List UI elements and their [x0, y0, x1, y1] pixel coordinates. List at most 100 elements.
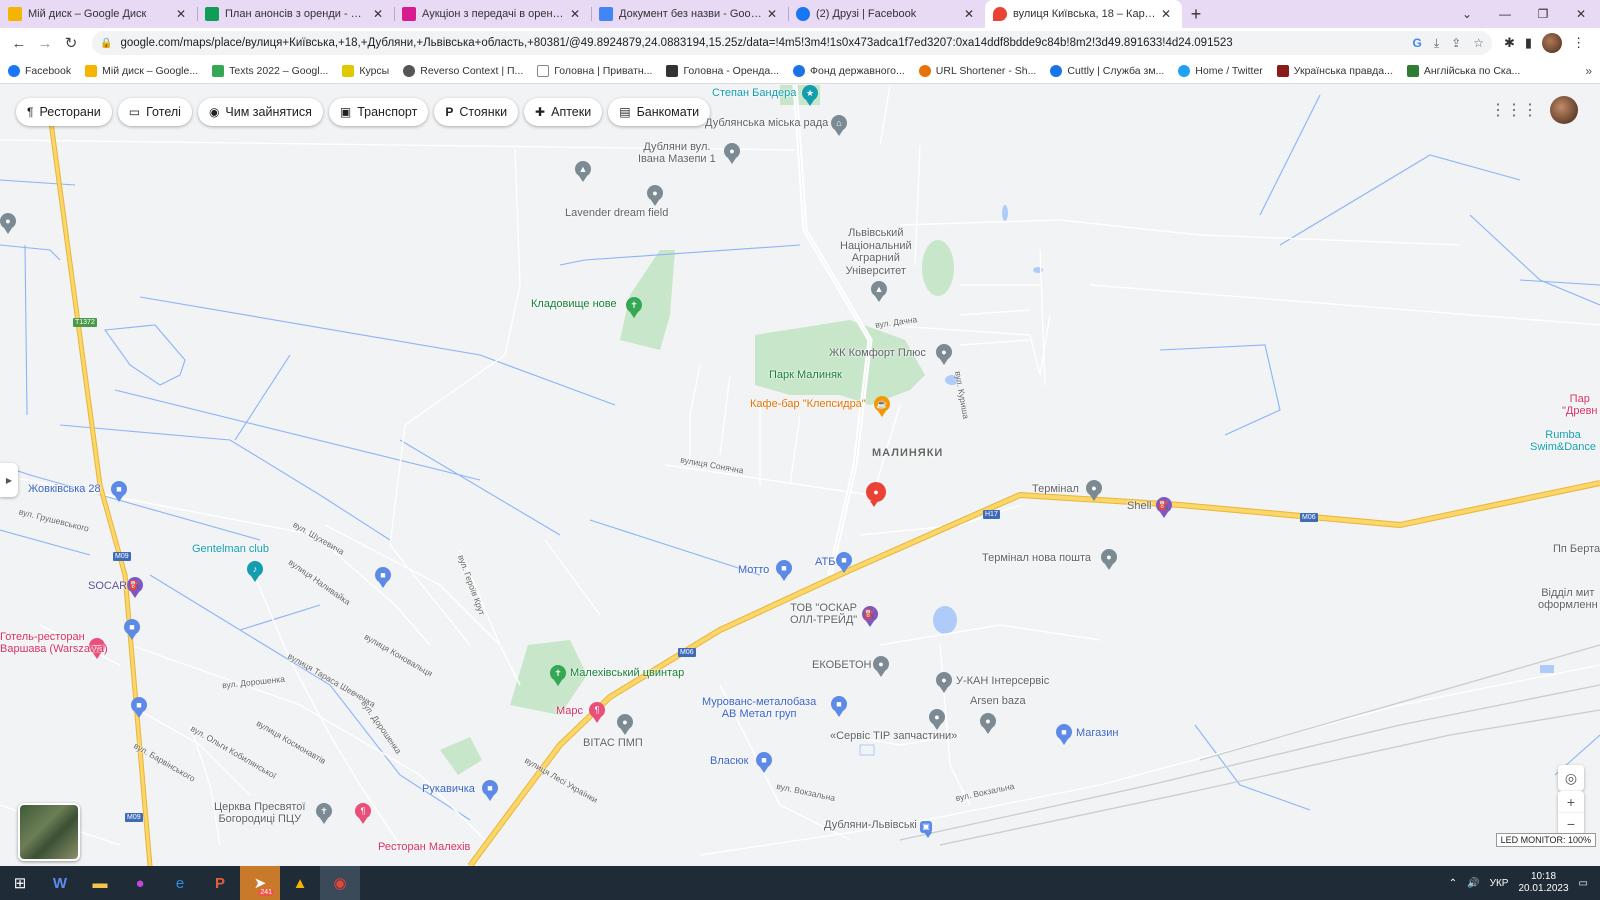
system-clock[interactable]: 10:18 20.01.2023: [1518, 871, 1568, 895]
shop-pin-icon[interactable]: ■: [124, 619, 140, 640]
place-label-dubliany-station[interactable]: Дубляни-Львівські: [824, 819, 917, 831]
place-label-rukavychka[interactable]: Рукавичка: [422, 783, 475, 795]
bookmark-item[interactable]: Reverso Context | П...: [403, 64, 523, 77]
place-pin-icon[interactable]: ●: [929, 709, 945, 730]
place-pin-icon[interactable]: ●: [936, 344, 952, 365]
place-pin-icon[interactable]: ●: [724, 143, 740, 164]
bookmark-item[interactable]: Фонд державного...: [793, 64, 905, 77]
bookmark-item[interactable]: Головна - Оренда...: [666, 64, 779, 77]
bookmark-item[interactable]: Курсы: [342, 64, 389, 77]
place-pin-icon[interactable]: ●: [873, 656, 889, 677]
place-label-gentelman[interactable]: Gentelman club: [192, 543, 269, 555]
place-pin-icon[interactable]: ●: [647, 185, 663, 206]
place-label-lavender[interactable]: Lavender dream field: [565, 207, 668, 219]
selected-location-pin-icon[interactable]: ●: [866, 482, 886, 507]
place-label-park-right[interactable]: Пар "Древн: [1562, 393, 1598, 417]
extensions-puzzle-icon[interactable]: ✱: [1504, 35, 1515, 51]
club-pin-icon[interactable]: ♪: [247, 561, 263, 582]
place-pin-icon[interactable]: ●: [1101, 549, 1117, 570]
place-label-oskar[interactable]: ТОВ "ОСКАР ОЛЛ-ТРЕЙД": [790, 602, 857, 626]
place-label-pp-berta[interactable]: Пп Берта: [1553, 543, 1600, 555]
speaker-icon[interactable]: 🔊: [1467, 878, 1479, 889]
tab-google-doc[interactable]: Документ без назви - Google Д ✕: [591, 0, 788, 28]
place-label-ukan[interactable]: У-КАН Інтерсервіс: [956, 675, 1049, 687]
place-label-vlasiuk[interactable]: Власюк: [710, 755, 748, 767]
powerpoint-icon[interactable]: P: [200, 866, 240, 900]
place-label-mazepa[interactable]: Дубляни вул. Івана Мазепи 1: [638, 141, 716, 165]
place-label-mars[interactable]: Марс: [556, 705, 583, 717]
bookmark-item[interactable]: Facebook: [8, 64, 71, 77]
place-label-zhovkivska[interactable]: Жовківська 28: [28, 483, 101, 495]
shop-pin-icon[interactable]: ■: [111, 481, 127, 502]
shop-pin-icon[interactable]: ■: [131, 697, 147, 718]
place-pin-icon[interactable]: ●: [980, 713, 996, 734]
close-window-icon[interactable]: ✕: [1562, 0, 1600, 28]
chip-parking[interactable]: P Стоянки: [434, 98, 519, 126]
gas-station-pin-icon[interactable]: ⛽: [127, 577, 143, 598]
close-icon[interactable]: ✕: [370, 7, 386, 21]
notifications-icon[interactable]: ▭: [1579, 878, 1588, 889]
school-pin-icon[interactable]: ▲: [575, 161, 591, 182]
government-pin-icon[interactable]: ⌂: [831, 115, 847, 136]
forward-arrow-icon[interactable]: →: [32, 30, 58, 56]
back-arrow-icon[interactable]: ←: [6, 30, 32, 56]
cemetery-pin-icon[interactable]: ✝: [626, 297, 642, 318]
place-label-restaurant[interactable]: Ресторан Малехів: [378, 841, 470, 853]
close-icon[interactable]: ✕: [567, 7, 583, 21]
lock-icon[interactable]: 🔒: [100, 38, 112, 49]
cafe-pin-icon[interactable]: ☕: [874, 396, 890, 417]
address-bar[interactable]: 🔒 google.com/maps/place/вулиця+Київська,…: [92, 31, 1492, 55]
place-label-vitas[interactable]: ВІТАС ПМП: [583, 737, 643, 749]
place-label-terminal-np[interactable]: Термінал нова пошта: [982, 552, 1091, 564]
paint-drop-icon[interactable]: ●: [120, 866, 160, 900]
bookmark-item[interactable]: URL Shortener - Sh...: [918, 64, 1036, 77]
chevron-up-icon[interactable]: ⌃: [1449, 878, 1457, 889]
place-label-komfort[interactable]: ЖК Комфорт Плюс: [829, 347, 926, 359]
bookmark-item[interactable]: Головна | Приватн...: [537, 64, 652, 77]
edge-browser-icon[interactable]: e: [160, 866, 200, 900]
chip-things-to-do[interactable]: ◉ Чим зайнятися: [197, 98, 323, 126]
close-icon[interactable]: ✕: [1158, 7, 1174, 21]
chrome-icon[interactable]: ◉: [320, 866, 360, 900]
restaurant-pin-icon[interactable]: ¶: [589, 702, 605, 723]
place-label-stepan[interactable]: Степан Бандера: [712, 87, 796, 99]
tab-google-drive[interactable]: Мій диск – Google Диск ✕: [0, 0, 197, 28]
chip-atms[interactable]: ▤ Банкомати: [608, 98, 711, 126]
side-panel-icon[interactable]: ▮: [1525, 35, 1532, 51]
shop-pin-icon[interactable]: ■: [375, 567, 391, 588]
map-canvas[interactable]: T1372 M09 M09 H17 M06 M06 ¶ Ресторани ▭ Го…: [0, 85, 1600, 866]
tab-facebook[interactable]: (2) Друзі | Facebook ✕: [788, 0, 985, 28]
bookmark-item[interactable]: Texts 2022 – Googl...: [212, 64, 328, 77]
place-label-malekhiv-cemetery[interactable]: Малехівський цвинтар: [570, 667, 684, 679]
place-label-university[interactable]: Львівський Національний Аграрний Універс…: [840, 227, 912, 277]
close-icon[interactable]: ✕: [961, 7, 977, 21]
bookmark-item[interactable]: Home / Twitter: [1178, 64, 1263, 77]
account-avatar[interactable]: [1550, 96, 1578, 124]
place-label-socar[interactable]: SOCAR: [88, 580, 127, 592]
church-pin-icon[interactable]: ✝: [316, 803, 332, 824]
train-station-icon[interactable]: ▣: [920, 821, 932, 838]
word-icon[interactable]: W: [40, 866, 80, 900]
place-label-shell[interactable]: Shell: [1127, 500, 1151, 512]
place-pin-icon[interactable]: ●: [617, 714, 633, 735]
gas-station-pin-icon[interactable]: ⛽: [1156, 497, 1172, 518]
supermarket-pin-icon[interactable]: ■: [836, 552, 852, 573]
place-label-rada[interactable]: Дублянська міська рада: [705, 117, 828, 129]
close-icon[interactable]: ✕: [764, 7, 780, 21]
chip-hotels[interactable]: ▭ Готелі: [117, 98, 192, 126]
place-pin-icon[interactable]: ●: [0, 213, 16, 234]
place-label-ekobeton[interactable]: ЕКОБЕТОН: [812, 659, 871, 671]
share-icon[interactable]: ⇪: [1451, 36, 1461, 51]
google-apps-icon[interactable]: ⋮⋮⋮: [1490, 100, 1538, 120]
tab-google-maps[interactable]: вулиця Київська, 18 – Карти Go ✕: [985, 0, 1182, 28]
place-label-motto[interactable]: Мотто: [738, 564, 769, 576]
url-text[interactable]: google.com/maps/place/вулиця+Київська,+1…: [120, 37, 1412, 49]
sidebar-toggle-button[interactable]: ▶: [0, 463, 18, 497]
layers-satellite-thumbnail[interactable]: [18, 803, 80, 861]
bookmarks-overflow-button[interactable]: »: [1585, 64, 1592, 78]
shop-pin-icon[interactable]: ■: [1056, 724, 1072, 745]
place-label-magazin[interactable]: Магазин: [1076, 727, 1118, 739]
tab-auction[interactable]: Аукціон з передачі в оренду де ✕: [394, 0, 591, 28]
minimize-icon[interactable]: —: [1486, 0, 1524, 28]
windows-start-icon[interactable]: ⊞: [0, 866, 40, 900]
